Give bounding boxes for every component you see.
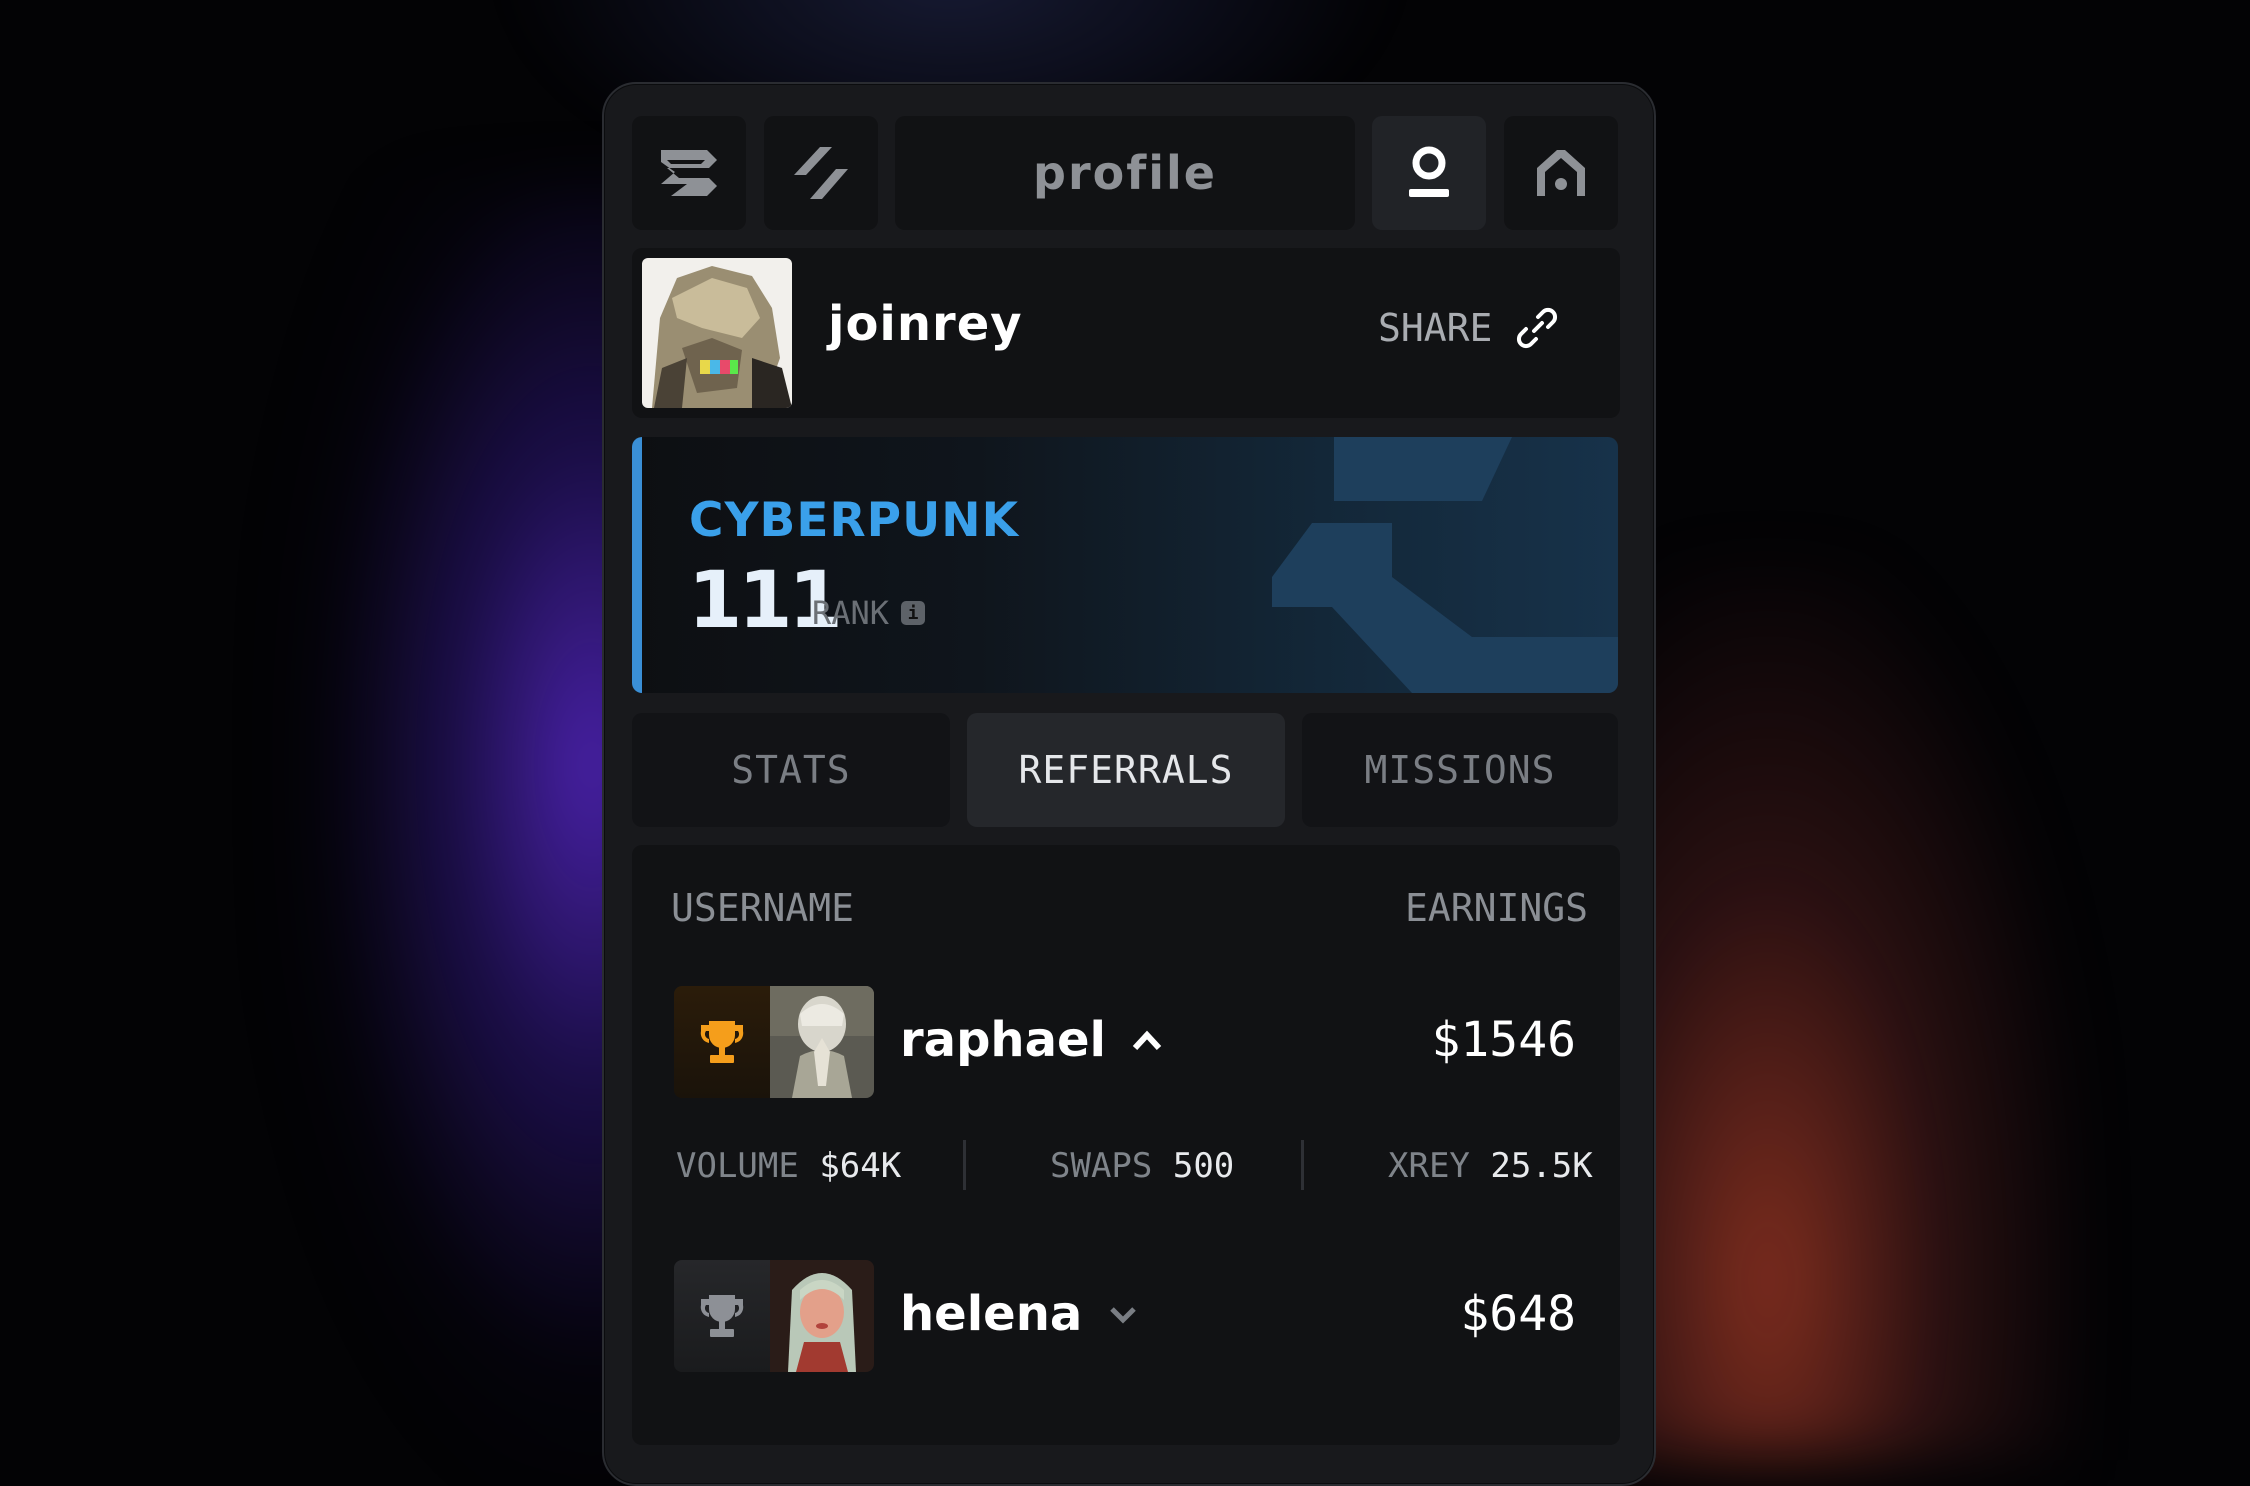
referral-name: raphael [900,1012,1106,1068]
home-icon [1537,150,1585,196]
chevron-up-icon[interactable] [1132,1028,1162,1052]
user-icon [1409,146,1449,197]
rank-emblem-icon [1272,437,1618,693]
referral-row-raphael[interactable]: raphael [900,1012,1162,1068]
stat-label: XREY [1388,1146,1470,1186]
trophy-icon [700,1021,744,1063]
rank-label-group: RANK i [812,594,926,632]
stat-label: VOLUME [676,1146,799,1186]
tab-missions[interactable]: MISSIONS [1302,713,1618,827]
username: joinrey [828,296,1023,352]
stat-swaps: SWAPS 500 [1050,1146,1234,1186]
divider [1301,1140,1304,1190]
stat-value: 500 [1172,1146,1235,1186]
home-button[interactable] [1504,116,1618,230]
chevron-down-icon[interactable] [1108,1302,1138,1326]
avatar-image [770,1260,874,1372]
referral-earnings: $648 [1460,1286,1576,1342]
stat-label: SWAPS [1050,1146,1153,1186]
stat-xrey: XREY 25.5K [1388,1146,1593,1186]
referral-name: helena [900,1286,1083,1342]
logo-icon [661,150,717,196]
referral-avatar-raphael [674,986,874,1098]
stat-volume: VOLUME $64K [676,1146,901,1186]
rank-card-accent [632,437,642,693]
referral-avatar-helena [674,1260,874,1372]
tab-stats[interactable]: STATS [632,713,950,827]
trophy-badge [674,986,770,1098]
referral-earnings: $1546 [1431,1012,1577,1068]
logo-button[interactable] [632,116,746,230]
share-button[interactable]: SHARE [1378,306,1558,350]
page-title: profile [1033,146,1217,200]
column-header-username: USERNAME [671,886,855,930]
profile-button[interactable] [1372,116,1486,230]
avatar[interactable] [642,258,792,408]
bolt-button[interactable] [764,116,878,230]
trophy-icon [700,1295,744,1337]
share-label: SHARE [1378,306,1493,350]
trophy-badge [674,1260,770,1372]
stat-value: $64K [819,1146,902,1186]
rank-tier: CYBERPUNK [689,493,1020,548]
info-icon[interactable]: i [901,601,926,625]
bolt-icon [794,147,848,199]
referral-row-helena[interactable]: helena [900,1286,1138,1342]
rank-label: RANK [812,594,890,632]
divider [963,1140,966,1190]
tab-referrals[interactable]: REFERRALS [967,713,1285,827]
avatar-image [770,986,874,1098]
link-icon [1517,307,1558,349]
stat-value: 25.5K [1490,1146,1593,1186]
column-header-earnings: EARNINGS [1405,886,1589,930]
